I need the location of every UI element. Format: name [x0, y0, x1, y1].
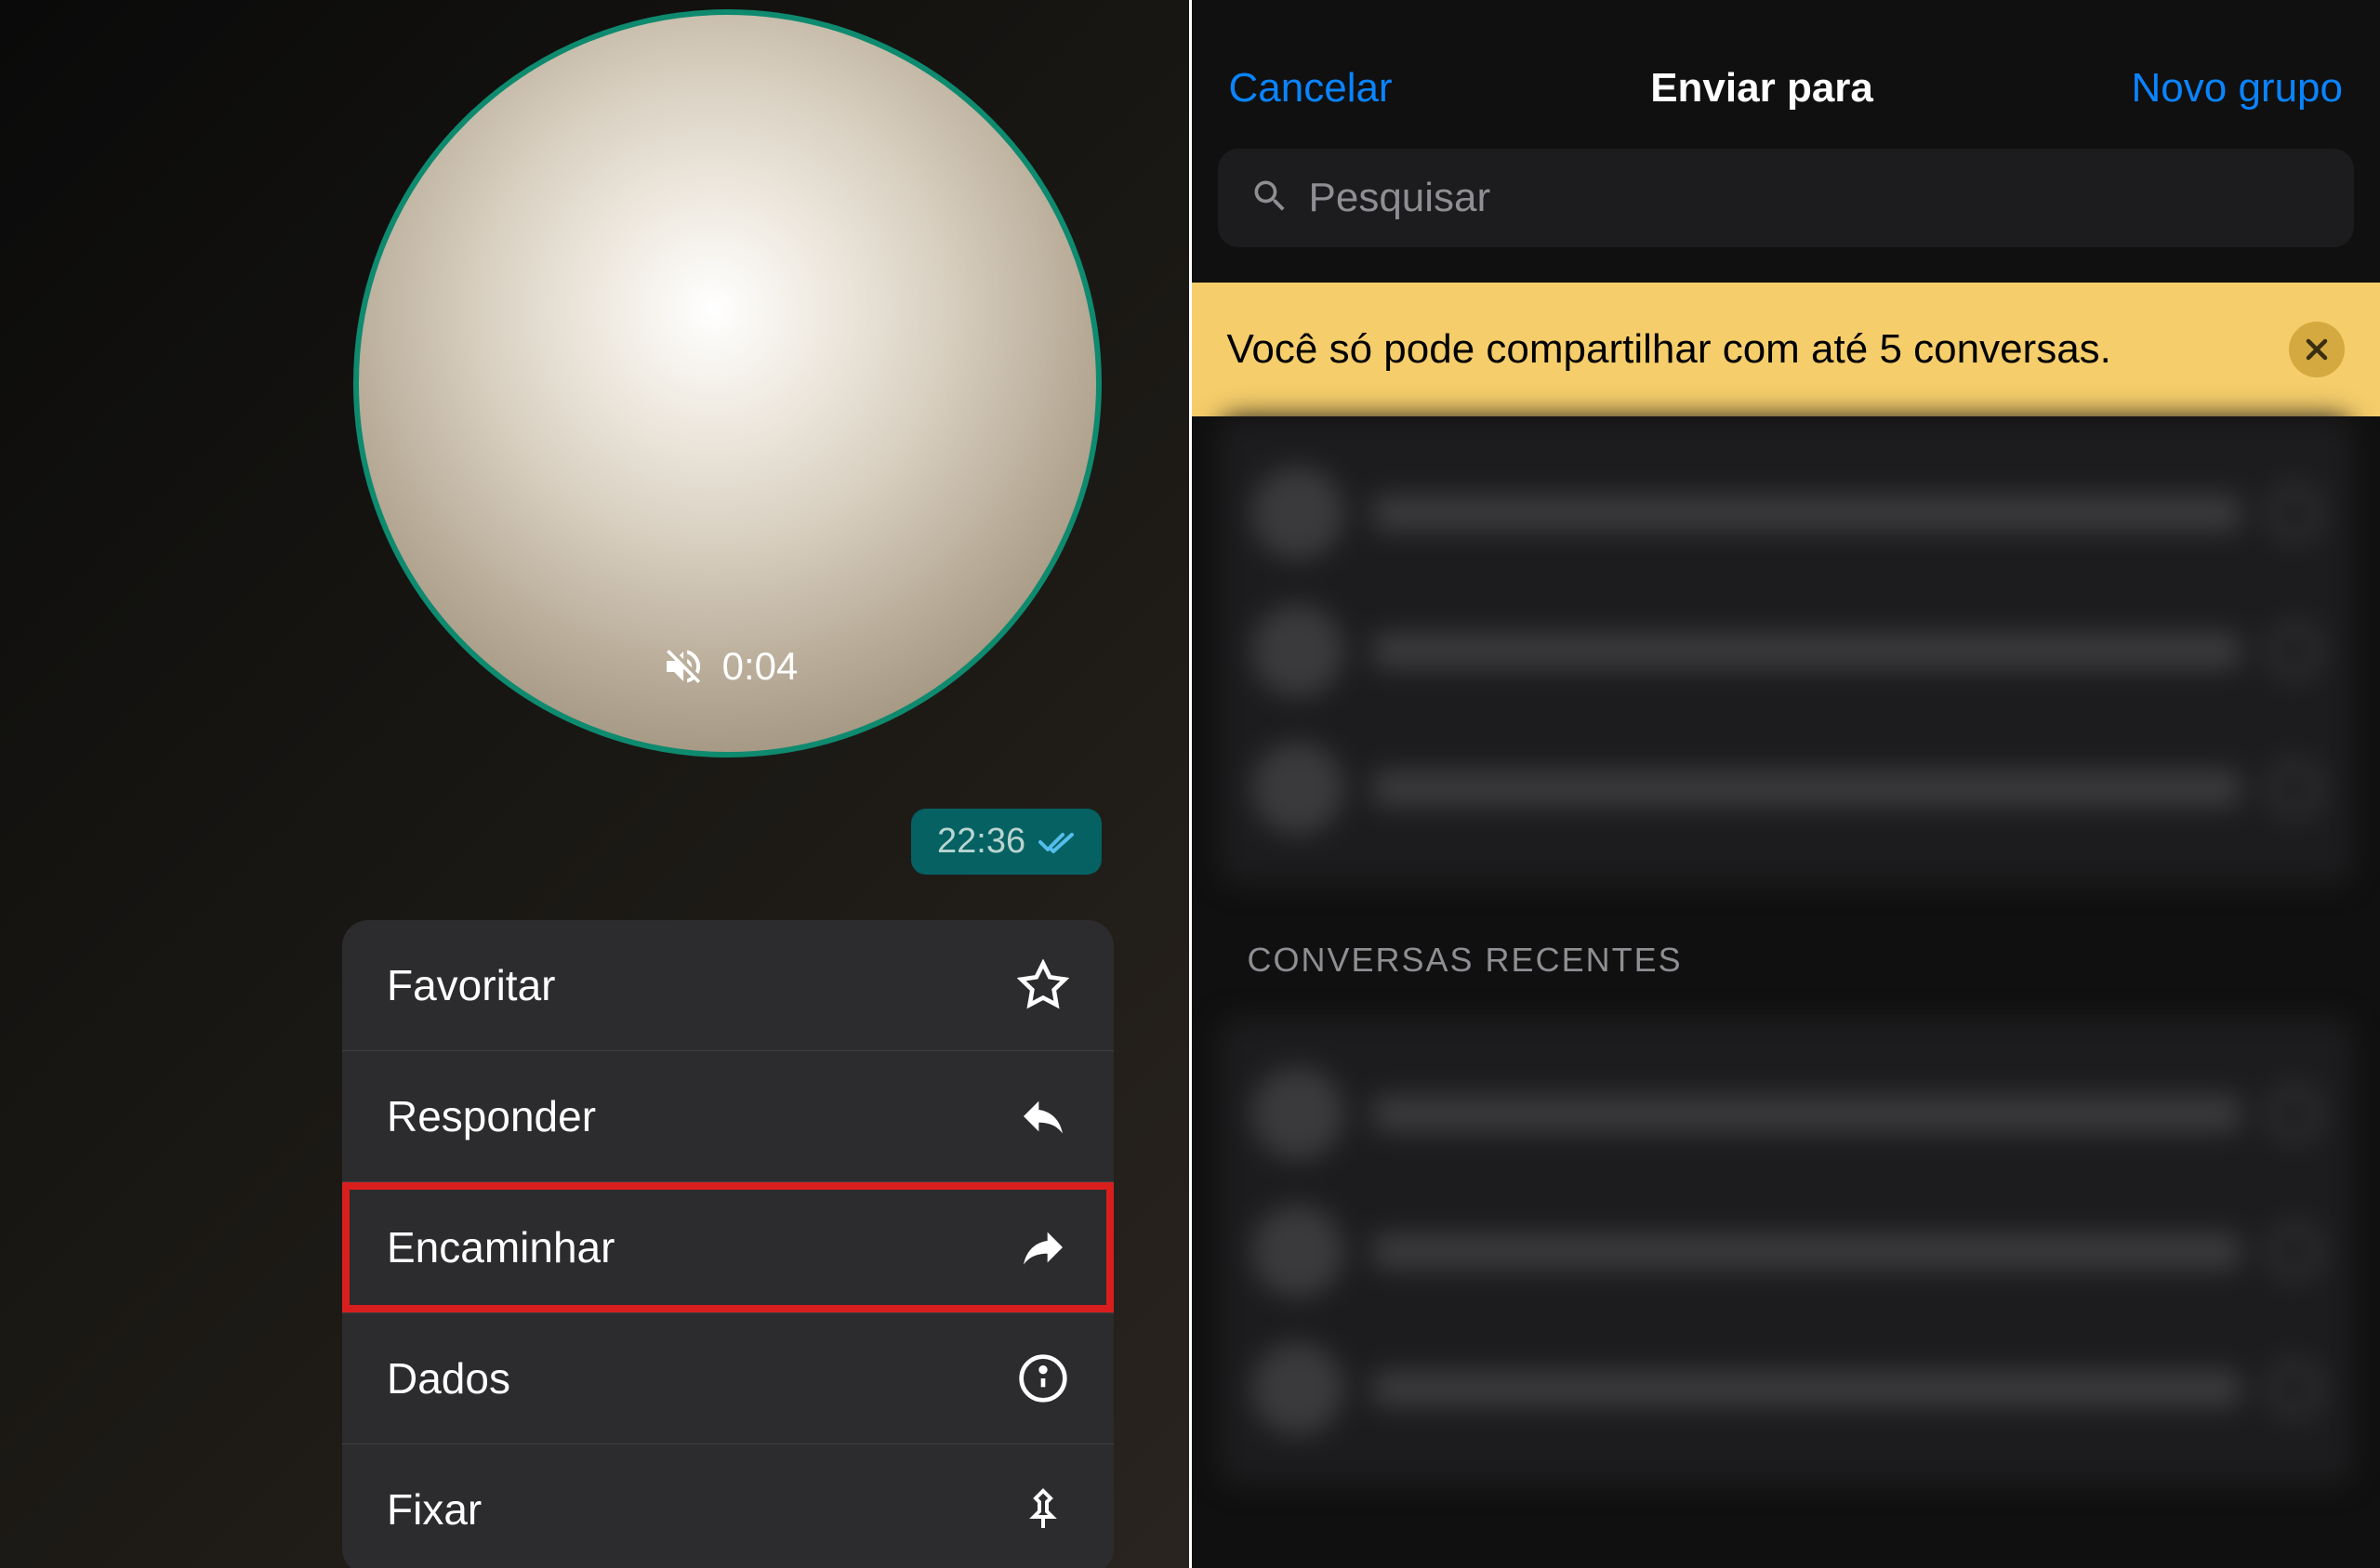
recent-contacts-list [1218, 1017, 2355, 1485]
message-timestamp: 22:36 [911, 809, 1102, 875]
frequent-contacts-list [1218, 416, 2355, 885]
menu-label: Responder [387, 1091, 596, 1141]
menu-label: Dados [387, 1353, 510, 1403]
time-text: 22:36 [937, 822, 1025, 862]
select-radio[interactable] [2268, 1225, 2320, 1277]
contact-item[interactable] [1251, 1182, 2321, 1320]
muted-icon [657, 640, 709, 692]
select-radio[interactable] [2268, 1087, 2320, 1140]
info-icon [1017, 1352, 1069, 1404]
banner-text: Você só pode compartilhar com até 5 conv… [1227, 322, 2262, 376]
avatar [1251, 742, 1344, 835]
forward-panel: Cancelar Enviar para Novo grupo Pesquisa… [1192, 0, 2380, 1568]
avatar [1251, 1067, 1344, 1160]
search-icon [1250, 176, 1290, 221]
limit-banner: Você só pode compartilhar com até 5 conv… [1192, 283, 2380, 416]
video-message[interactable]: 0:04 [353, 9, 1102, 758]
select-radio[interactable] [2268, 762, 2320, 814]
contact-item[interactable] [1251, 1045, 2321, 1182]
menu-item-favoritar[interactable]: Favoritar [342, 920, 1114, 1051]
menu-item-fixar[interactable]: Fixar [342, 1444, 1114, 1568]
contact-item[interactable] [1251, 1320, 2321, 1457]
menu-label: Fixar [387, 1484, 482, 1535]
message-context-menu: Favoritar Responder Encaminhar Dados Fix… [342, 920, 1114, 1568]
contact-name-blur [1372, 1370, 2241, 1407]
contact-item[interactable] [1251, 719, 2321, 857]
contact-item[interactable] [1251, 582, 2321, 719]
menu-label: Encaminhar [387, 1222, 615, 1272]
search-input[interactable]: Pesquisar [1218, 149, 2355, 247]
menu-label: Favoritar [387, 960, 555, 1010]
contact-name-blur [1372, 494, 2241, 532]
menu-item-responder[interactable]: Responder [342, 1051, 1114, 1182]
chat-context-panel: 0:04 22:36 Favoritar Responder Encaminha… [0, 0, 1192, 1568]
section-recent-header: CONVERSAS RECENTES [1192, 885, 2380, 1008]
forward-icon [1017, 1221, 1069, 1273]
contact-name-blur [1372, 1095, 2241, 1132]
contact-name-blur [1372, 770, 2241, 807]
avatar [1251, 1342, 1344, 1435]
menu-item-dados[interactable]: Dados [342, 1313, 1114, 1444]
banner-close-button[interactable] [2289, 322, 2345, 377]
reply-icon [1017, 1090, 1069, 1142]
avatar [1251, 467, 1344, 560]
avatar [1251, 1205, 1344, 1298]
contact-item[interactable] [1251, 444, 2321, 582]
contact-name-blur [1372, 632, 2241, 669]
menu-item-encaminhar[interactable]: Encaminhar [342, 1182, 1114, 1313]
select-radio[interactable] [2268, 487, 2320, 539]
video-duration-overlay: 0:04 [657, 640, 799, 692]
star-icon [1017, 959, 1069, 1011]
select-radio[interactable] [2268, 1363, 2320, 1415]
cancel-button[interactable]: Cancelar [1229, 65, 1393, 112]
read-ticks-icon [1038, 829, 1076, 855]
search-placeholder: Pesquisar [1309, 175, 1491, 221]
forward-header: Cancelar Enviar para Novo grupo [1192, 0, 2380, 149]
video-duration-text: 0:04 [722, 644, 799, 689]
header-title: Enviar para [1650, 65, 1873, 112]
new-group-button[interactable]: Novo grupo [2132, 65, 2343, 112]
avatar [1251, 604, 1344, 697]
select-radio[interactable] [2268, 625, 2320, 677]
pin-icon [1017, 1483, 1069, 1535]
contact-name-blur [1372, 1232, 2241, 1270]
